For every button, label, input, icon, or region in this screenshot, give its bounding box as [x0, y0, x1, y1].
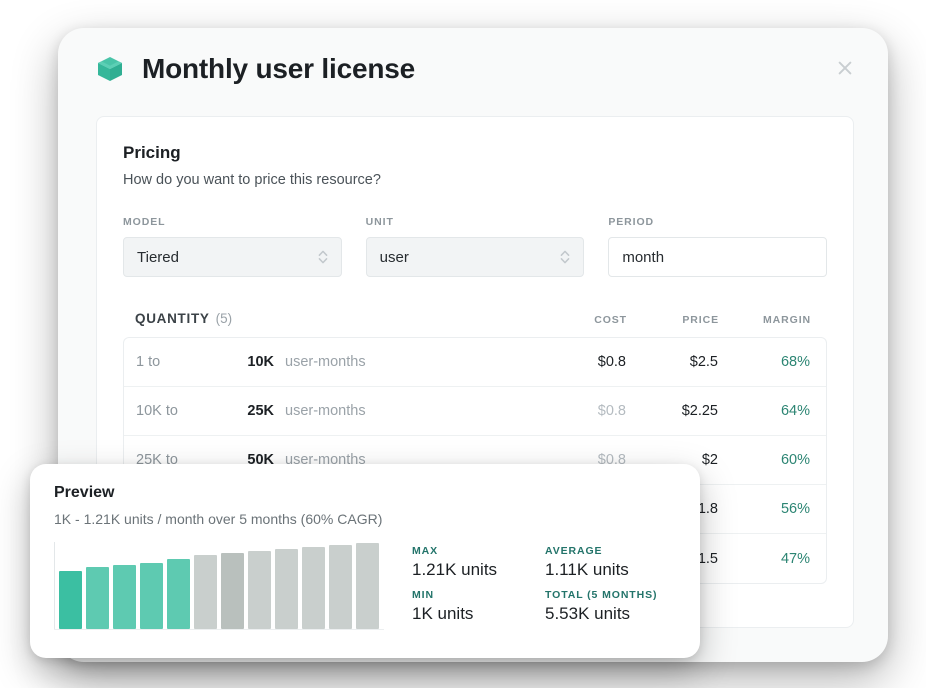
quantity-title: QUANTITY — [135, 311, 210, 326]
stat-total: TOTAL (5 MONTHS) 5.53K units — [545, 589, 657, 633]
pricing-subheading: How do you want to price this resource? — [123, 172, 827, 188]
preview-card: Preview 1K - 1.21K units / month over 5 … — [30, 464, 700, 658]
stat-label-min: MIN — [412, 589, 545, 601]
cell-margin: 60% — [718, 452, 810, 468]
column-header-price: PRICE — [627, 314, 719, 326]
stat-value-max: 1.21K units — [412, 560, 545, 580]
stat-label-average: AVERAGE — [545, 545, 657, 557]
chart-bar — [329, 545, 352, 629]
page-title: Monthly user license — [142, 53, 415, 85]
chart-bar — [113, 565, 136, 629]
preview-body: MAX 1.21K units AVERAGE 1.11K units MIN … — [54, 542, 676, 642]
cell-cost: $0.8 — [516, 354, 626, 370]
preview-stats: MAX 1.21K units AVERAGE 1.11K units MIN … — [412, 542, 657, 642]
stat-label-max: MAX — [412, 545, 545, 557]
chart-bar — [59, 571, 82, 629]
stat-value-average: 1.11K units — [545, 560, 657, 580]
modal-header: Monthly user license — [58, 28, 888, 110]
preview-bar-chart — [54, 542, 384, 642]
cell-margin: 64% — [718, 403, 810, 419]
stat-value-min: 1K units — [412, 604, 545, 624]
table-row[interactable]: 1 to 10K user-months $0.8 $2.5 68% — [124, 338, 826, 387]
column-header-margin: MARGIN — [719, 314, 811, 326]
chart-bar — [86, 567, 109, 629]
cell-margin: 56% — [718, 501, 810, 517]
chart-bar — [275, 549, 298, 629]
preview-title: Preview — [54, 484, 676, 502]
field-period: PERIOD month — [608, 216, 827, 277]
chevron-updown-icon — [316, 247, 330, 267]
column-header-cost: COST — [517, 314, 627, 326]
period-input[interactable]: month — [608, 237, 827, 277]
field-label-unit: UNIT — [366, 216, 585, 228]
model-select[interactable]: Tiered — [123, 237, 342, 277]
pricing-fields: MODEL Tiered UNIT user — [123, 216, 827, 277]
preview-summary: 1K - 1.21K units / month over 5 months (… — [54, 511, 676, 527]
tier-to: 10K — [222, 354, 274, 370]
tier-to: 25K — [222, 403, 274, 419]
stat-label-total: TOTAL (5 MONTHS) — [545, 589, 657, 601]
chart-bar — [356, 543, 379, 629]
field-label-model: MODEL — [123, 216, 342, 228]
quantity-count: (5) — [216, 311, 233, 326]
chevron-updown-icon — [558, 247, 572, 267]
tier-unit: user-months — [285, 403, 366, 419]
unit-select-value: user — [380, 249, 409, 266]
cell-cost: $0.8 — [516, 403, 626, 419]
cell-margin: 47% — [718, 551, 810, 567]
cell-price: $2.25 — [626, 403, 718, 419]
table-row[interactable]: 10K to 25K user-months $0.8 $2.25 64% — [124, 387, 826, 436]
field-model: MODEL Tiered — [123, 216, 342, 277]
chart-bar — [194, 555, 217, 629]
chart-bar — [221, 553, 244, 629]
stat-average: AVERAGE 1.11K units — [545, 545, 657, 589]
period-input-value: month — [622, 249, 664, 266]
unit-select[interactable]: user — [366, 237, 585, 277]
field-unit: UNIT user — [366, 216, 585, 277]
tier-from: 1 to — [136, 354, 222, 370]
close-icon — [835, 58, 855, 81]
chart-bar — [302, 547, 325, 629]
screen: Monthly user license Pricing How do you … — [0, 0, 926, 688]
chart-bars — [59, 541, 379, 629]
model-select-value: Tiered — [137, 249, 179, 266]
cell-price: $2.5 — [626, 354, 718, 370]
pricing-heading: Pricing — [123, 143, 827, 163]
stat-value-total: 5.53K units — [545, 604, 657, 624]
tier-unit: user-months — [285, 354, 366, 370]
chart-bar — [167, 559, 190, 629]
chart-y-axis — [54, 542, 55, 630]
stat-min: MIN 1K units — [412, 589, 545, 633]
chart-bar — [248, 551, 271, 629]
chart-bar — [140, 563, 163, 629]
box-icon — [96, 55, 124, 83]
quantity-table-header: QUANTITY (5) COST PRICE MARGIN — [123, 311, 827, 337]
tier-from: 10K to — [136, 403, 222, 419]
chart-x-axis — [54, 629, 384, 630]
close-button[interactable] — [830, 54, 860, 84]
stat-max: MAX 1.21K units — [412, 545, 545, 589]
cell-margin: 68% — [718, 354, 810, 370]
field-label-period: PERIOD — [608, 216, 827, 228]
